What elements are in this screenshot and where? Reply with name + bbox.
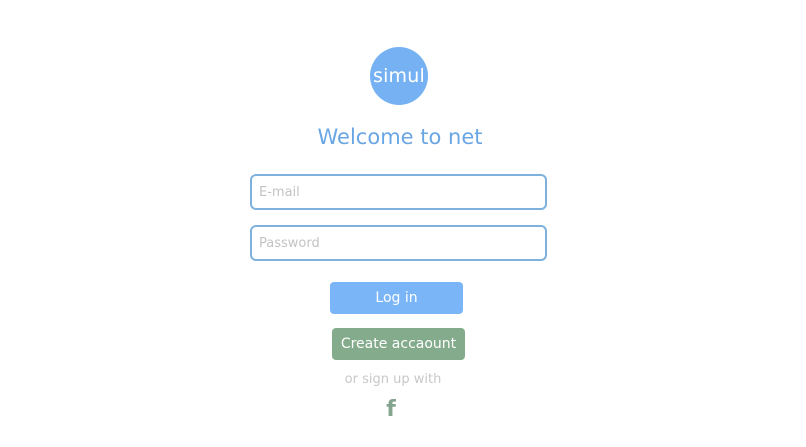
page-title: Welcome to net <box>317 125 483 149</box>
login-page: simul Welcome to net Log in Create accao… <box>0 0 806 447</box>
facebook-icon[interactable]: f <box>382 396 400 422</box>
password-field[interactable] <box>250 225 547 261</box>
signup-text: or sign up with <box>344 372 442 387</box>
logo-badge: simul <box>370 47 428 105</box>
logo-text: simul <box>372 65 425 87</box>
create-account-button[interactable]: Create accaount <box>332 328 465 360</box>
email-field[interactable] <box>250 174 547 210</box>
login-button[interactable]: Log in <box>330 282 463 314</box>
